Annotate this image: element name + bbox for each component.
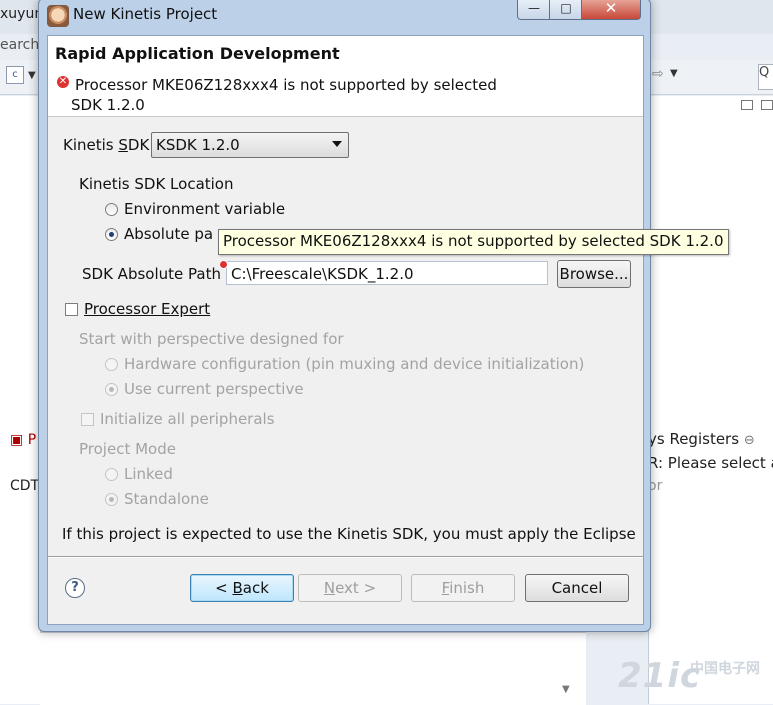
quick-access-field[interactable]: Q bbox=[758, 64, 773, 90]
workbench-title-fragment: xuyun bbox=[0, 6, 44, 22]
finish-button[interactable]: Finish bbox=[411, 574, 515, 602]
minimize-button[interactable]: — bbox=[517, 0, 551, 20]
field-error-icon bbox=[219, 260, 228, 269]
right-view-panel bbox=[648, 96, 773, 426]
workbench-search-fragment[interactable]: earch bbox=[0, 37, 39, 53]
sdk-absolute-path-label: SDK Absolute Path bbox=[82, 265, 221, 283]
registers-message: R: Please select a bbox=[648, 454, 773, 472]
wizard-header: Rapid Application Development ✕ Processo… bbox=[48, 36, 643, 117]
env-variable-label[interactable]: Environment variable bbox=[124, 200, 285, 218]
standalone-radio[interactable] bbox=[105, 493, 118, 506]
error-tooltip: Processor MKE06Z128xxx4 is not supported… bbox=[218, 229, 729, 255]
linked-radio[interactable] bbox=[105, 468, 118, 481]
sdk-location-group-label: Kinetis SDK Location bbox=[79, 175, 234, 193]
dialog-client-area: Rapid Application Development ✕ Processo… bbox=[47, 35, 729, 625]
button-bar-separator bbox=[48, 556, 643, 558]
new-kinetis-project-dialog: New Kinetis Project — □ ✕ Rapid Applicat… bbox=[38, 0, 729, 632]
error-icon: ✕ bbox=[57, 76, 69, 88]
project-mode-label: Project Mode bbox=[79, 440, 176, 458]
maximize-view-icon[interactable] bbox=[761, 100, 773, 110]
next-button[interactable]: Next > bbox=[298, 574, 402, 602]
init-peripherals-checkbox[interactable] bbox=[81, 413, 94, 426]
toolbar-dropdown-icon[interactable]: ▼ bbox=[28, 70, 36, 81]
processor-expert-label[interactable]: Processor Expert bbox=[84, 300, 210, 318]
hw-config-radio[interactable] bbox=[105, 358, 118, 371]
registers-view-tab[interactable]: ys Registers ⊖ bbox=[648, 430, 755, 448]
dialog-titlebar[interactable]: New Kinetis Project — □ ✕ bbox=[39, 0, 650, 29]
new-c-file-icon[interactable]: c bbox=[6, 66, 24, 84]
linked-label[interactable]: Linked bbox=[124, 465, 173, 483]
dialog-title: New Kinetis Project bbox=[73, 5, 218, 23]
left-view-tab[interactable]: ▣ P bbox=[10, 432, 36, 448]
browse-button[interactable]: Browse... bbox=[557, 260, 631, 288]
app-icon bbox=[47, 5, 69, 27]
left-view-panel bbox=[0, 96, 41, 426]
kinetis-sdk-select[interactable]: KSDK 1.2.0 bbox=[151, 132, 349, 158]
standalone-label[interactable]: Standalone bbox=[124, 490, 209, 508]
help-icon[interactable]: ? bbox=[65, 578, 85, 598]
forward-dropdown-icon[interactable]: ▼ bbox=[670, 68, 678, 79]
hw-config-label[interactable]: Hardware configuration (pin muxing and d… bbox=[124, 355, 584, 373]
cancel-button[interactable]: Cancel bbox=[525, 574, 629, 602]
perspective-group-label: Start with perspective designed for bbox=[79, 330, 344, 348]
wizard-error-message: Processor MKE06Z128xxx4 is not supported… bbox=[71, 76, 497, 114]
kinetis-sdk-label: Kinetis SDK bbox=[63, 136, 150, 154]
env-variable-radio[interactable] bbox=[105, 203, 118, 216]
chevron-down-icon bbox=[332, 141, 342, 147]
forward-arrow-icon[interactable]: ⇨ bbox=[652, 66, 664, 82]
sdk-absolute-path-input[interactable]: C:\Freescale\KSDK_1.2.0 bbox=[226, 261, 548, 285]
left-lower-panel bbox=[0, 426, 41, 704]
back-button[interactable]: < Back bbox=[190, 574, 294, 602]
watermark-logo: 21ic bbox=[618, 656, 702, 696]
minimize-view-icon[interactable] bbox=[741, 100, 753, 110]
maximize-button[interactable]: □ bbox=[549, 0, 583, 20]
cdt-label: CDT bbox=[10, 478, 40, 494]
absolute-path-radio[interactable] bbox=[105, 228, 118, 241]
current-perspective-radio[interactable] bbox=[105, 383, 118, 396]
watermark-subtext: 中国电子网 bbox=[690, 661, 760, 677]
processor-expert-checkbox[interactable] bbox=[65, 303, 78, 316]
bottom-editor-area bbox=[40, 632, 586, 705]
current-perspective-label[interactable]: Use current perspective bbox=[124, 380, 304, 398]
scroll-down-icon[interactable]: ▼ bbox=[562, 684, 570, 695]
wizard-page-title: Rapid Application Development bbox=[55, 44, 340, 63]
footer-note: If this project is expected to use the K… bbox=[62, 525, 636, 543]
init-peripherals-label[interactable]: Initialize all peripherals bbox=[100, 410, 275, 428]
close-tab-icon[interactable]: ⊖ bbox=[744, 433, 755, 448]
close-button[interactable]: ✕ bbox=[581, 0, 641, 20]
absolute-path-label[interactable]: Absolute pa bbox=[124, 225, 213, 243]
